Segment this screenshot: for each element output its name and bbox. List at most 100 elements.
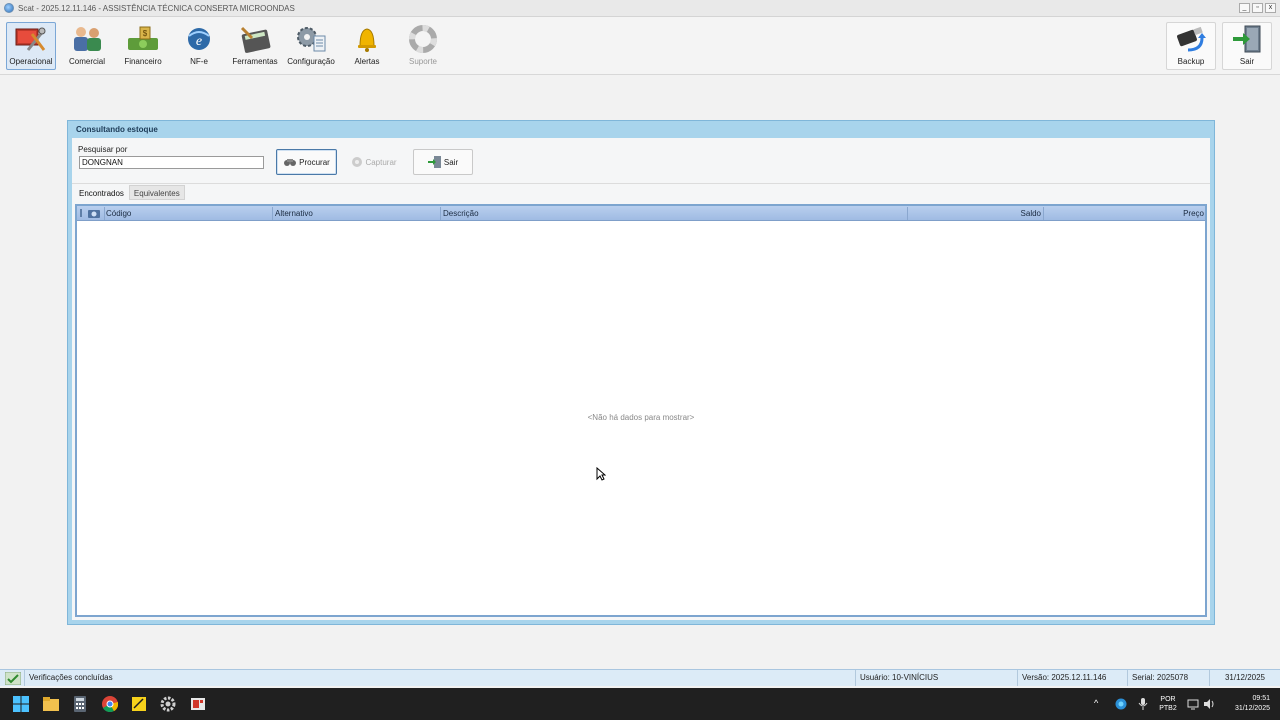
taskbar: ^ POR PTB2 09:51 31/12/2025 [0,688,1280,720]
backup-label: Backup [1177,57,1205,66]
column-codigo[interactable]: Código [106,206,131,221]
mouse-cursor-icon [596,467,606,481]
status-icon [4,671,22,687]
column-divider [104,207,105,220]
column-divider [440,207,441,220]
column-preco[interactable]: Preço [1045,206,1204,221]
window-body: Pesquisar por Procurar Capturar Sair Enc… [72,138,1210,620]
results-grid: Código Alternativo Descrição Saldo Preço… [75,204,1207,617]
capturar-button[interactable]: Capturar [343,149,405,175]
binoculars-icon [284,159,297,166]
keyboard-layout: PTB2 [1159,705,1177,712]
status-date: 31/12/2025 [1209,670,1280,686]
main-toolbar: Operacional Comercial $ Financeiro e NF-… [0,17,1280,75]
comercial-icon [74,27,101,51]
status-bar: Verificações concluídas Usuário: 10-VINÍ… [0,669,1280,686]
settings-gear-icon[interactable] [160,696,176,712]
svg-text:$: $ [143,29,148,38]
alertas-button[interactable]: Alertas [342,22,392,70]
close-button[interactable]: x [1265,3,1276,13]
operacional-icon [15,27,46,51]
restore-button[interactable]: ▫ [1252,3,1263,13]
sticky-notes-icon[interactable] [131,696,147,712]
exit-icon [427,156,441,168]
ferramentas-button[interactable]: Ferramentas [230,22,280,70]
column-descricao[interactable]: Descrição [443,206,479,221]
ferramentas-label: Ferramentas [232,57,278,66]
configuracao-label: Configuração [287,57,335,66]
nfe-label: NF-e [190,57,208,66]
row-indicator-column[interactable] [79,206,85,221]
minimize-button[interactable]: _ [1239,3,1250,13]
operacional-button[interactable]: Operacional [6,22,56,70]
column-alternativo[interactable]: Alternativo [275,206,313,221]
title-bar: Scat - 2025.12.11.146 - ASSISTÊNCIA TÉCN… [0,0,1280,17]
scat-app-icon[interactable] [190,696,206,712]
check-status-icon [4,671,22,686]
capture-icon [352,157,363,167]
calculator-app-icon[interactable] [72,696,88,712]
empty-grid-message: <Não há dados para mostrar> [587,413,695,422]
calculator-icon [240,26,271,53]
file-explorer-icon[interactable] [43,696,59,712]
suporte-label: Suporte [408,57,438,66]
alertas-label: Alertas [354,57,380,66]
backup-button[interactable]: Backup [1166,22,1216,70]
windows-start-icon[interactable] [13,696,29,712]
window-controls: _ ▫ x [1239,3,1276,13]
column-divider [1043,207,1044,220]
comercial-button[interactable]: Comercial [62,22,112,70]
sair-dialog-label: Sair [443,157,459,167]
nfe-button[interactable]: e NF-e [174,22,224,70]
procurar-label: Procurar [299,157,330,167]
search-label: Pesquisar por [78,145,128,154]
nfe-icon: e [188,28,210,50]
language-code: POR [1160,696,1176,703]
tray-volume-icon[interactable] [1203,698,1215,710]
financeiro-button[interactable]: $ Financeiro [118,22,168,70]
status-serial: Serial: 2025078 [1127,670,1209,686]
consulta-estoque-window: Consultando estoque Pesquisar por Procur… [67,120,1215,625]
camera-icon [88,210,100,218]
grid-header: Código Alternativo Descrição Saldo Preço [77,206,1205,221]
tray-edge-icon[interactable] [1115,698,1127,710]
financeiro-icon: $ [128,26,158,50]
capturar-label: Capturar [365,157,397,167]
tab-encontrados[interactable]: Encontrados [74,185,129,200]
chrome-icon[interactable] [102,696,118,712]
toolbar-divider [72,183,1210,184]
status-usuario: Usuário: 10-VINÍCIUS [855,670,1018,686]
clock-time: 09:51 [1252,695,1270,702]
result-tabs: Encontrados Equivalentes [74,185,185,200]
tray-chevron-icon[interactable]: ^ [1094,698,1098,720]
search-input[interactable] [79,156,264,169]
window-title: Scat - 2025.12.11.146 - ASSISTÊNCIA TÉCN… [18,3,295,13]
window-heading: Consultando estoque [76,125,158,134]
sair-toolbar-label: Sair [1239,57,1255,66]
sair-toolbar-button[interactable]: Sair [1222,22,1272,70]
comercial-label: Comercial [68,57,105,66]
column-saldo[interactable]: Saldo [909,206,1041,221]
gear-icon [297,27,326,52]
status-message: Verificações concluídas [24,670,856,686]
tray-network-icon[interactable] [1187,698,1199,710]
input-language-indicator[interactable]: POR PTB2 [1156,695,1180,720]
taskbar-clock[interactable]: 09:51 31/12/2025 [1222,694,1274,720]
status-versao: Versão: 2025.12.11.146 [1017,670,1115,686]
lifebuoy-icon [409,25,437,53]
bell-icon [358,28,376,52]
procurar-button[interactable]: Procurar [276,149,337,175]
clock-date: 31/12/2025 [1234,705,1270,712]
column-divider [907,207,908,220]
financeiro-label: Financeiro [124,57,162,66]
sair-dialog-button[interactable]: Sair [413,149,473,175]
tray-microphone-icon[interactable] [1138,698,1148,710]
exit-door-icon [1233,25,1261,53]
svg-text:e: e [196,34,202,49]
tab-equivalentes[interactable]: Equivalentes [128,185,185,200]
usb-drive-icon [1177,26,1206,52]
image-column[interactable] [88,206,102,221]
operacional-label: Operacional [9,57,53,66]
suporte-button[interactable]: Suporte [398,22,448,70]
configuracao-button[interactable]: Configuração [286,22,336,70]
